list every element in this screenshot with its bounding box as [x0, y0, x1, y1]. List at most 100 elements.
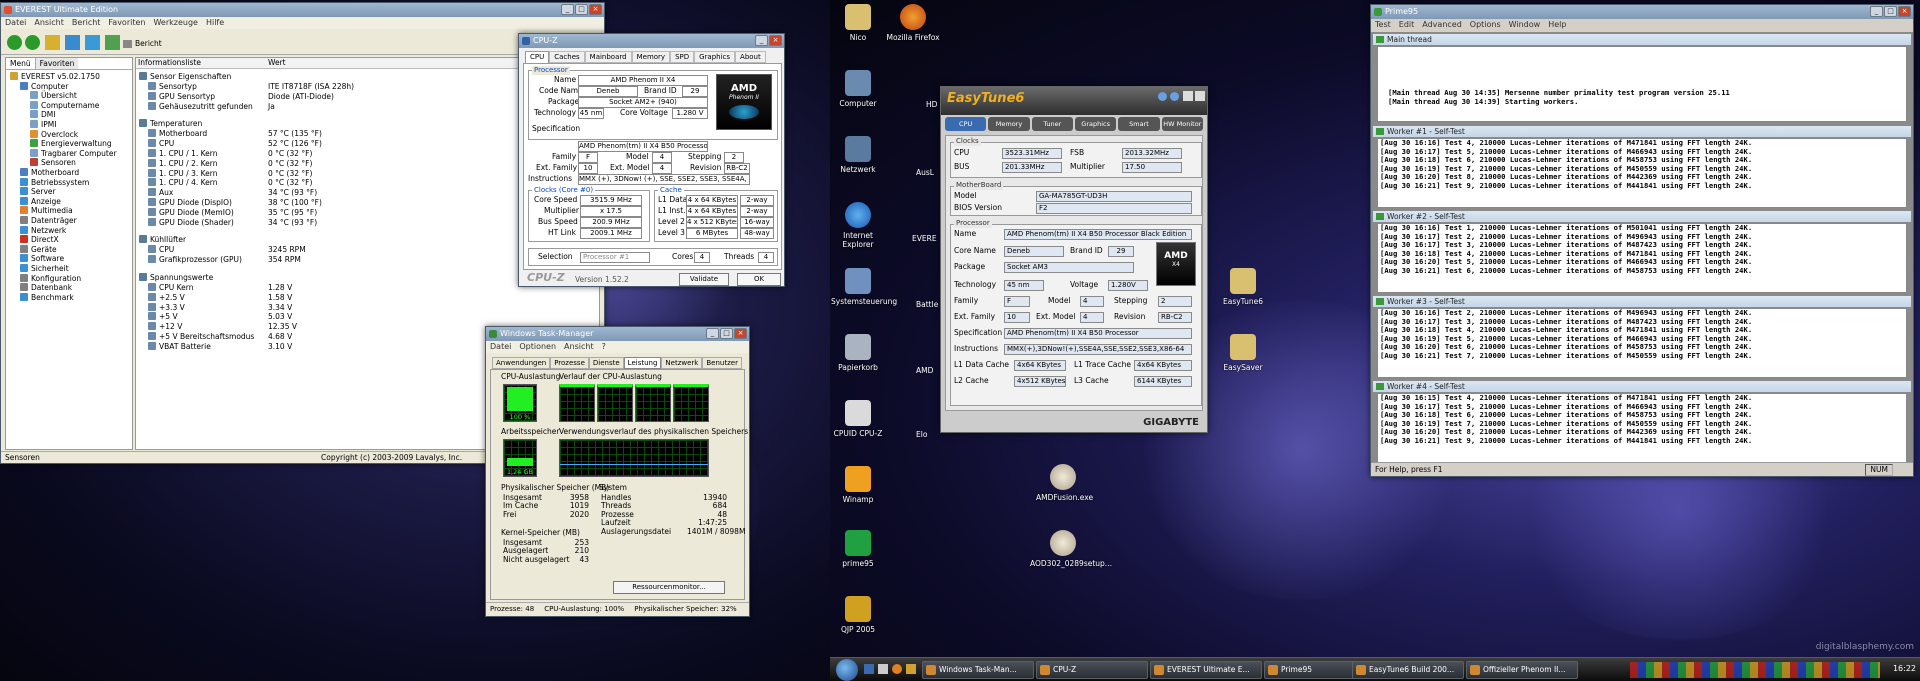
resource-monitor-button[interactable]: Ressourcenmonitor...: [613, 581, 725, 594]
prime95-titlebar[interactable]: Prime95 _ □ ×: [1371, 5, 1913, 19]
tab-prozesse[interactable]: Prozesse: [550, 357, 589, 369]
menu-help[interactable]: ?: [602, 341, 606, 353]
minimize-button[interactable]: _: [1870, 6, 1883, 17]
tree-item[interactable]: Übersicht: [30, 91, 77, 101]
system-tray-icons[interactable]: [1630, 662, 1880, 678]
tree-item[interactable]: Datenträger: [20, 216, 77, 226]
cpuz-window[interactable]: CPU-Z _ × CPU Caches Mainboard Memory SPD…: [518, 33, 785, 287]
menu-ansicht[interactable]: Ansicht: [564, 341, 594, 353]
info-icon[interactable]: [1158, 92, 1167, 101]
desktop-icon-qjp2005[interactable]: QJP 2005: [831, 596, 885, 634]
tab-mainboard[interactable]: Mainboard: [584, 51, 632, 63]
desktop-icon-winamp[interactable]: Winamp: [831, 466, 885, 504]
task-manager-window[interactable]: Windows Task-Manager _ □ × Datei Optionen An…: [485, 326, 750, 617]
menu-datei[interactable]: Datei: [490, 341, 511, 353]
tree-item[interactable]: Energieverwaltung: [30, 139, 112, 149]
tree-item[interactable]: Tragbarer Computer: [30, 148, 117, 159]
tree-item[interactable]: DirectX: [20, 235, 59, 245]
taskbar-button-taskmgr[interactable]: Windows Task-Man...: [922, 661, 1034, 679]
column-header-value[interactable]: Wert: [268, 58, 286, 68]
ok-button[interactable]: OK: [737, 273, 781, 286]
desktop-icon-amdfusion[interactable]: AMDFusion.exe: [1036, 464, 1093, 502]
tree-item[interactable]: Multimedia: [20, 206, 73, 216]
report-button[interactable]: Bericht: [123, 39, 162, 49]
tab-spd[interactable]: SPD: [670, 51, 695, 63]
desktop-icon-nico[interactable]: Nico: [831, 4, 885, 42]
tab-hw-monitor[interactable]: HW Monitor: [1161, 117, 1203, 131]
close-button[interactable]: [1195, 91, 1205, 101]
tab-cpu[interactable]: CPU: [945, 117, 987, 131]
easytune-header[interactable]: EasyTune6: [941, 87, 1207, 115]
desktop-icon-systemsteuerung[interactable]: Systemsteuerung: [831, 268, 897, 306]
tab-about[interactable]: About: [735, 51, 766, 63]
tab-smart[interactable]: Smart: [1118, 117, 1160, 131]
tab-tuner[interactable]: Tuner: [1031, 117, 1073, 131]
taskbar-clock[interactable]: 16:22: [1893, 664, 1916, 673]
close-button[interactable]: ×: [1898, 6, 1911, 17]
sensor-row[interactable]: +3.3 V 3.34 V: [148, 302, 604, 313]
menu-bericht[interactable]: Bericht: [72, 17, 101, 29]
maximize-button[interactable]: □: [720, 328, 733, 339]
tab-memory[interactable]: Memory: [631, 51, 671, 63]
tree-item[interactable]: Overclock: [30, 129, 78, 140]
menu-favoriten[interactable]: Favoriten: [108, 17, 145, 29]
worker-titlebar[interactable]: Worker #1 - Self-Test: [1373, 126, 1911, 137]
desktop-icon-easysaver[interactable]: EasySaver: [1216, 334, 1270, 372]
close-button[interactable]: ×: [589, 4, 602, 15]
user-icon[interactable]: [85, 35, 100, 50]
quicklaunch-desktop-icon[interactable]: [864, 664, 874, 674]
tree-item[interactable]: Motherboard: [20, 168, 79, 178]
tree-item[interactable]: Geräte: [20, 244, 57, 255]
tree-item[interactable]: Betriebssystem: [20, 177, 89, 188]
tab-caches[interactable]: Caches: [549, 51, 585, 63]
tab-leistung[interactable]: Leistung: [623, 357, 662, 369]
tab-graphics[interactable]: Graphics: [1074, 117, 1117, 131]
desktop-icon-prime95[interactable]: prime95: [831, 530, 885, 568]
menu-edit[interactable]: Edit: [1399, 19, 1415, 31]
sensor-row[interactable]: +5 V 5.03 V: [148, 312, 604, 322]
desktop-icon-cpuz[interactable]: CPUID CPU-Z: [831, 400, 885, 438]
menu-test[interactable]: Test: [1375, 19, 1391, 31]
everest-titlebar[interactable]: EVEREST Ultimate Edition _ □ ×: [1, 3, 604, 17]
cpuz-titlebar[interactable]: CPU-Z _ ×: [519, 34, 784, 48]
tree-item[interactable]: IPMI: [30, 120, 56, 130]
taskmgr-titlebar[interactable]: Windows Task-Manager _ □ ×: [486, 327, 749, 341]
desktop-icon-netzwerk[interactable]: Netzwerk: [831, 136, 885, 174]
processor-select[interactable]: Processor #1: [580, 252, 650, 263]
tab-netzwerk[interactable]: Netzwerk: [661, 357, 703, 369]
menu-werkzeuge[interactable]: Werkzeuge: [153, 17, 197, 29]
sensor-row[interactable]: +2.5 V 1.58 V: [148, 292, 604, 303]
tab-menu[interactable]: Menü: [6, 58, 36, 69]
tree-item[interactable]: Datenbank: [20, 283, 72, 293]
tab-cpu[interactable]: CPU: [525, 51, 550, 63]
menu-options[interactable]: Options: [1470, 19, 1501, 31]
menu-optionen[interactable]: Optionen: [519, 341, 556, 353]
tree-item[interactable]: Server: [20, 187, 56, 197]
tree-item[interactable]: Netzwerk: [20, 225, 66, 236]
tree-item[interactable]: Benchmark: [20, 292, 74, 303]
validate-button[interactable]: Validate: [679, 273, 729, 286]
forward-arrow-icon[interactable]: [25, 35, 40, 50]
taskbar-button-everest[interactable]: EVEREST Ultimate E...: [1150, 661, 1262, 679]
close-button[interactable]: ×: [769, 35, 782, 46]
worker-titlebar[interactable]: Worker #2 - Self-Test: [1373, 211, 1911, 222]
tab-graphics[interactable]: Graphics: [694, 51, 736, 63]
menu-help[interactable]: Help: [1548, 19, 1566, 31]
start-button[interactable]: [836, 659, 858, 681]
menu-datei[interactable]: Datei: [5, 17, 26, 29]
refresh-icon[interactable]: [65, 35, 80, 50]
tab-favoriten[interactable]: Favoriten: [35, 58, 79, 69]
tree-item[interactable]: Computer: [20, 81, 68, 92]
worker-titlebar[interactable]: Worker #3 - Self-Test: [1373, 296, 1911, 307]
menu-advanced[interactable]: Advanced: [1422, 19, 1462, 31]
minimize-button[interactable]: _: [561, 4, 574, 15]
maximize-button[interactable]: □: [1884, 6, 1897, 17]
taskbar-button-easytune6[interactable]: EasyTune6 Build 200...: [1352, 661, 1464, 679]
tree-item[interactable]: Anzeige: [20, 196, 61, 207]
tree-item[interactable]: Software: [20, 254, 64, 264]
tree-item[interactable]: Sensoren: [30, 158, 76, 168]
tree-item[interactable]: Konfiguration: [20, 273, 81, 284]
minimize-button[interactable]: _: [706, 328, 719, 339]
tab-memory[interactable]: Memory: [988, 117, 1030, 131]
tree-item[interactable]: Sicherheit: [20, 264, 69, 274]
